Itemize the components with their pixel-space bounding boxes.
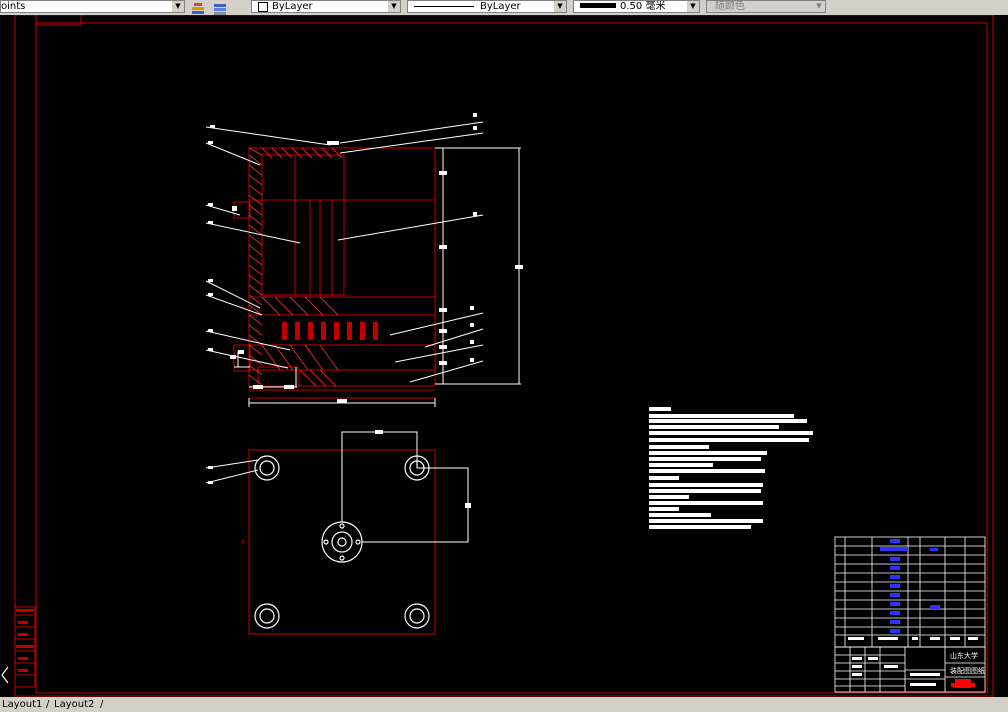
linetype-preview [414,6,474,7]
layers-icon[interactable] [191,0,205,14]
sheet-border [14,14,994,697]
balloon-labels [208,113,477,362]
dimension-texts [230,171,523,403]
points-dropdown[interactable]: oints ▼ [0,0,185,13]
bom-table [834,536,986,648]
section-mark: A [241,539,246,546]
drawing-name: 装配图图纸 [950,666,985,675]
school-name: 山东大学 [950,651,978,660]
dimension-lines [234,147,521,407]
layer-stack-icon[interactable] [213,0,227,15]
color-dropdown[interactable]: ByLayer ▼ [251,0,401,13]
cad-drawing: A 山东大学 装配图图纸 [1,14,994,697]
plotstyle-value: 随颜色 [715,1,745,12]
chevron-down-icon: ▼ [388,1,400,12]
tab-layout1[interactable]: Layout1 [0,698,44,711]
linetype-dropdown[interactable]: ByLayer ▼ [407,0,567,13]
nav-left-icon [1,666,9,684]
bom-entries [880,539,940,633]
red-stamp [951,679,975,688]
chevron-down-icon: ▼ [554,1,566,12]
chevron-down-icon: ▼ [687,1,699,12]
tab-layout2[interactable]: Layout2 [52,698,96,711]
tab-separator: / [46,699,50,710]
layout-tab-bar: Layout1 / Layout2 / [0,697,1008,712]
lineweight-dropdown[interactable]: 0.50 毫米 ▼ [573,0,700,13]
front-view-bearing-rollers [282,322,378,340]
properties-toolbar: oints ▼ ByLayer ▼ ByLayer ▼ 0.50 毫米 ▼ 随颜… [0,0,1008,16]
color-swatch [258,2,268,12]
chevron-down-icon: ▼ [172,1,184,12]
plotstyle-dropdown[interactable]: 随颜色 ▼ [706,0,826,13]
lineweight-unit: 毫米 [645,1,666,12]
color-value: ByLayer [272,1,313,12]
chevron-down-icon: ▼ [813,1,825,12]
technical-notes-block [649,407,813,529]
tab-separator: / [100,699,104,710]
lineweight-preview [580,3,616,8]
drawing-canvas[interactable]: A 山东大学 装配图图纸 [0,14,1008,697]
top-view-dimensions [205,431,469,543]
points-label: oints [1,1,26,12]
linetype-value: ByLayer [480,1,521,12]
lineweight-value: 0.50 [620,1,643,12]
